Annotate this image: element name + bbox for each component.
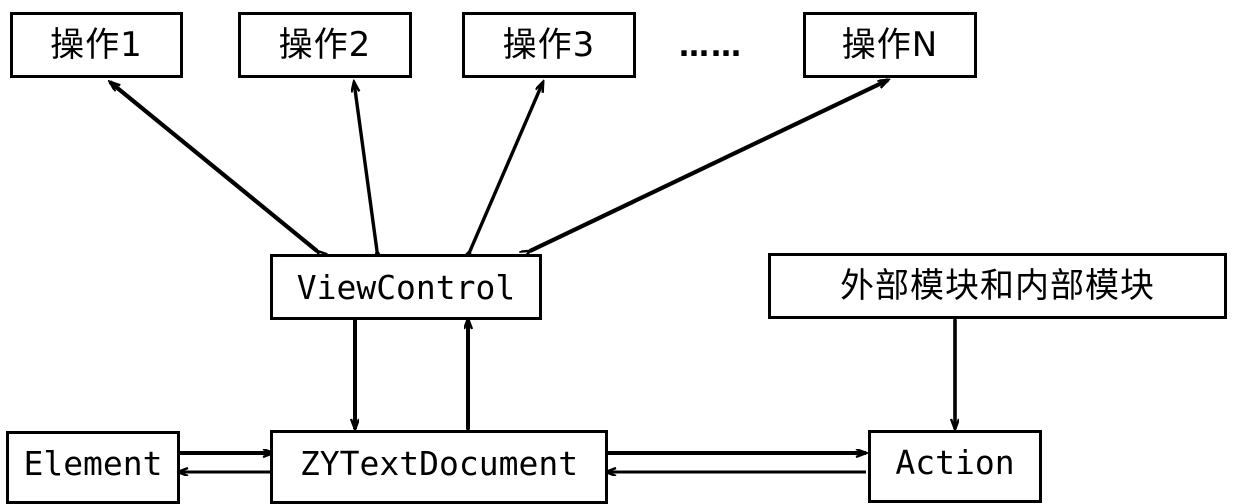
edge-viewcontrol-operation1 bbox=[110, 82, 317, 251]
node-operation3-label: 操作3 bbox=[502, 25, 596, 65]
node-operation2[interactable]: 操作2 bbox=[238, 12, 412, 78]
node-action[interactable]: Action bbox=[868, 430, 1042, 503]
node-operationN[interactable]: 操作N bbox=[803, 12, 977, 78]
node-viewcontrol[interactable]: ViewControl bbox=[270, 254, 542, 320]
operations-ellipsis: …… bbox=[679, 29, 743, 64]
node-operation1[interactable]: 操作1 bbox=[10, 12, 183, 78]
edge-viewcontrol-operationN bbox=[530, 78, 888, 251]
edge-viewcontrol-operation3 bbox=[470, 82, 545, 251]
node-zytextdocument-label: ZYTextDocument bbox=[299, 443, 579, 483]
node-element[interactable]: Element bbox=[6, 431, 180, 504]
node-operationN-label: 操作N bbox=[841, 25, 939, 65]
node-operation1-label: 操作1 bbox=[50, 25, 143, 65]
node-action-label: Action bbox=[895, 443, 1015, 482]
node-operation3[interactable]: 操作3 bbox=[462, 12, 636, 78]
node-operation2-label: 操作2 bbox=[278, 25, 372, 65]
node-viewcontrol-label: ViewControl bbox=[296, 267, 516, 307]
diagram-canvas: 操作1 操作2 操作3 …… 操作N ViewControl 外部模块和内部模块… bbox=[0, 0, 1239, 504]
edge-viewcontrol-operation2 bbox=[354, 82, 377, 251]
node-external-internal-modules-label: 外部模块和内部模块 bbox=[840, 266, 1155, 306]
node-zytextdocument[interactable]: ZYTextDocument bbox=[270, 430, 608, 504]
node-element-label: Element bbox=[23, 444, 163, 483]
node-external-internal-modules[interactable]: 外部模块和内部模块 bbox=[768, 253, 1227, 319]
